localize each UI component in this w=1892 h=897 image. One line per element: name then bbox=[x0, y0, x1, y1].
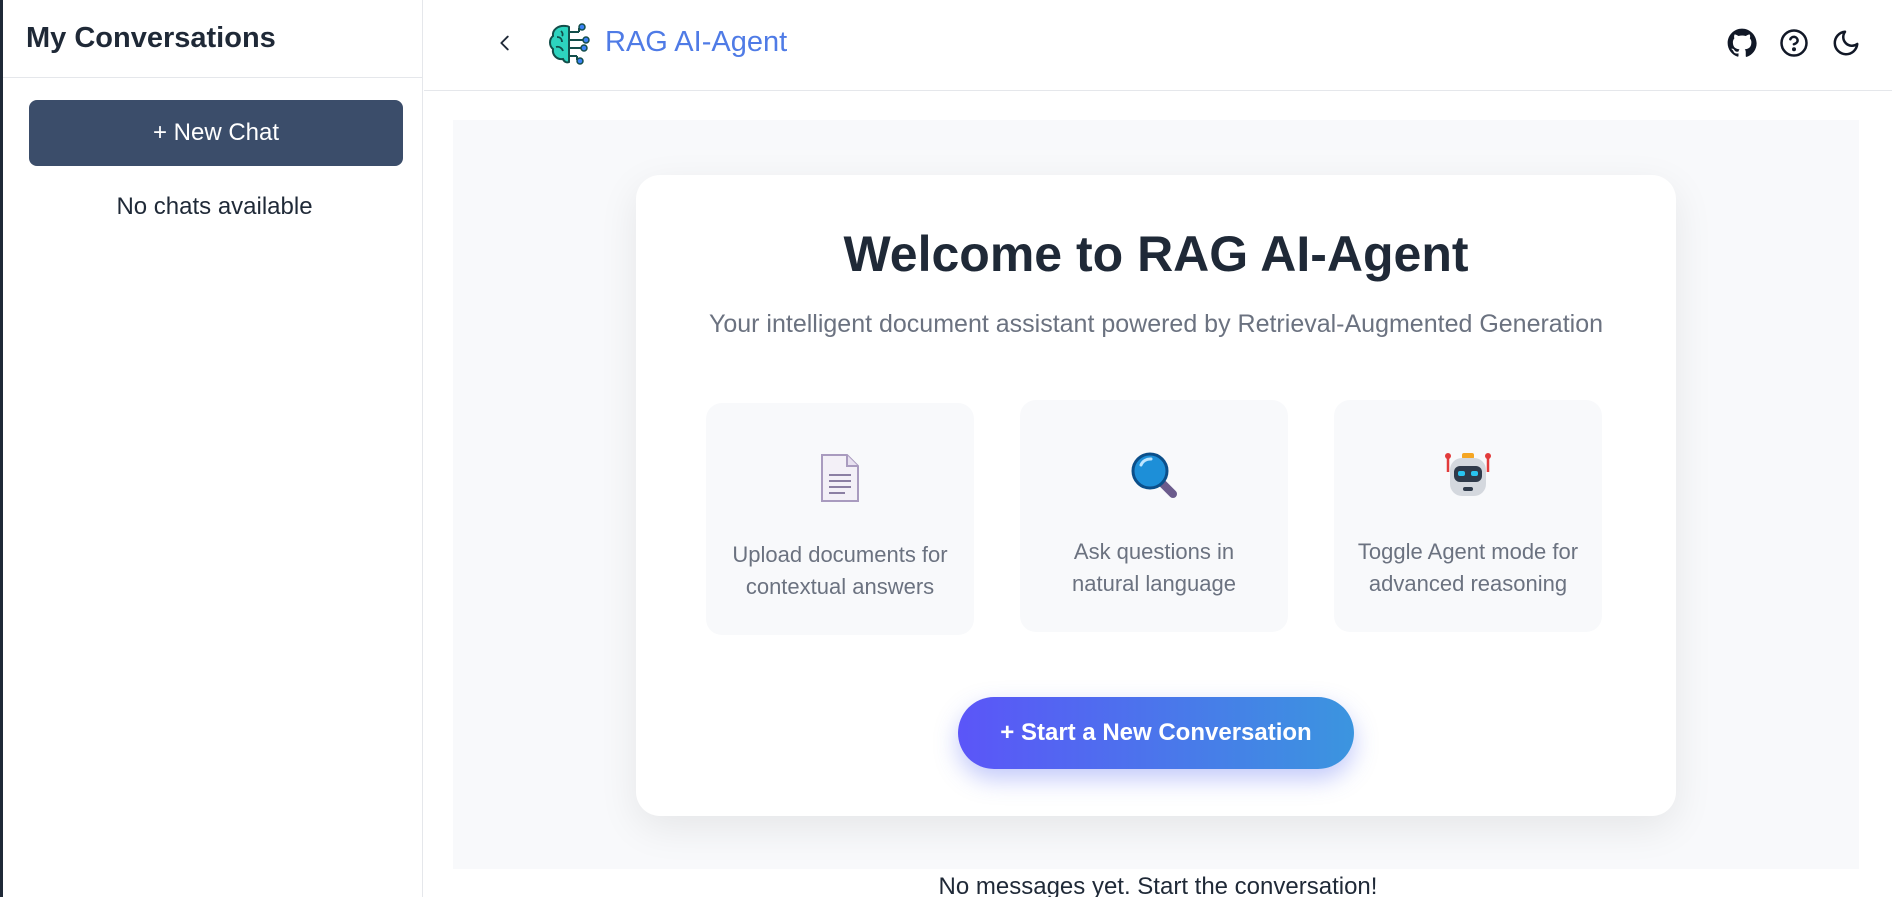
feature-text: Toggle Agent mode for advanced reasoning bbox=[1357, 539, 1579, 596]
robot-icon bbox=[1334, 450, 1602, 500]
no-messages-text: No messages yet. Start the conversation! bbox=[938, 873, 1378, 897]
app-title: RAG AI-Agent bbox=[605, 26, 788, 58]
feature-card-ask: Ask questions in natural language bbox=[1020, 400, 1288, 632]
welcome-subtitle: Your intelligent document assistant powe… bbox=[708, 310, 1604, 338]
welcome-title: Welcome to RAG AI-Agent bbox=[843, 226, 1469, 282]
top-header: RAG AI-Agent bbox=[424, 0, 1892, 91]
start-conversation-button[interactable]: + Start a New Conversation bbox=[958, 697, 1354, 769]
feature-text: Ask questions in natural language bbox=[1072, 539, 1236, 596]
welcome-card: Welcome to RAG AI-Agent Your intelligent… bbox=[636, 175, 1676, 816]
feature-card-agent: Toggle Agent mode for advanced reasoning bbox=[1334, 400, 1602, 632]
feature-text: Upload documents for contextual answers bbox=[732, 542, 948, 599]
no-chats-text: No chats available bbox=[116, 193, 313, 220]
github-icon[interactable] bbox=[1725, 26, 1759, 60]
document-icon bbox=[706, 453, 974, 503]
feature-card-upload: Upload documents for contextual answers bbox=[706, 403, 974, 635]
chevron-left-icon[interactable] bbox=[488, 26, 522, 60]
app-root: My Conversations + New Chat No chats ava… bbox=[0, 0, 1892, 897]
sidebar: My Conversations + New Chat No chats ava… bbox=[0, 0, 423, 897]
magnifier-icon bbox=[1020, 450, 1288, 500]
help-circle-icon[interactable] bbox=[1777, 26, 1811, 60]
brain-circuit-icon bbox=[546, 20, 592, 66]
sidebar-header: My Conversations bbox=[3, 0, 422, 78]
moon-icon[interactable] bbox=[1829, 26, 1863, 60]
sidebar-title: My Conversations bbox=[26, 22, 276, 54]
new-chat-button[interactable]: + New Chat bbox=[29, 100, 403, 166]
